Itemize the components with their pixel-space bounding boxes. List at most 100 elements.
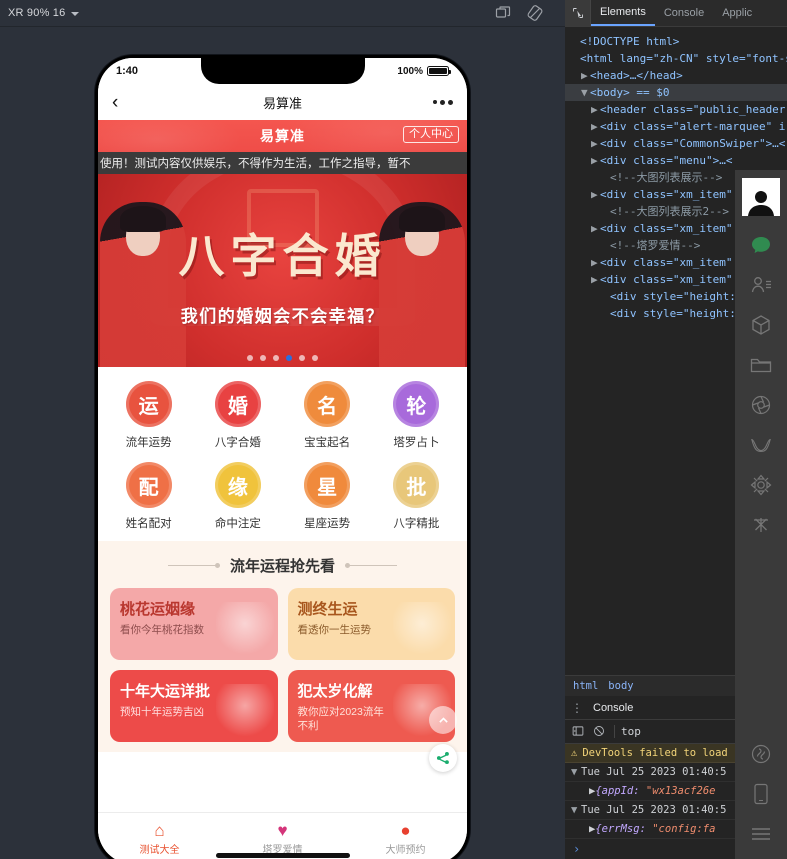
warning-icon: ⚠ [571, 747, 578, 759]
dom-node-line[interactable]: ▼ <body> == $0 [565, 84, 787, 101]
tab-console[interactable]: Console [655, 0, 713, 26]
dom-node-line[interactable]: ▶ <head>…</head> [565, 67, 787, 84]
alert-marquee: 使用！测试内容仅供娱乐，不得作为生活，工作之指导，暂不 [98, 152, 467, 174]
expand-arrow-icon[interactable]: ▼ [571, 766, 581, 778]
expand-arrow-icon[interactable]: ▼ [581, 84, 590, 101]
menu-item-3[interactable]: 名宝宝起名 [283, 381, 372, 450]
console-sidebar-toggle-icon[interactable] [572, 722, 584, 741]
back-button[interactable]: ‹ [112, 93, 142, 112]
scroll-top-button[interactable] [429, 706, 457, 734]
console-drawer-label[interactable]: Console [593, 702, 633, 714]
tab-1[interactable]: ⌂ 测试大全 [98, 813, 221, 859]
expand-arrow-icon[interactable]: ▶ [591, 220, 600, 237]
asterisk-icon[interactable] [750, 514, 772, 536]
user-avatar-icon[interactable] [742, 178, 780, 216]
promo-card-2[interactable]: 测终生运 看透你一生运势 [287, 588, 455, 660]
status-time: 1:40 [116, 65, 139, 77]
section-rule-left [167, 563, 220, 568]
dom-node-text: <header class="public_header [600, 103, 786, 116]
wechat-bubble-icon[interactable] [750, 234, 772, 256]
expand-arrow-icon[interactable]: ▶ [591, 271, 600, 288]
menu-item-4[interactable]: 轮塔罗占卜 [372, 381, 461, 450]
copy-screenshot-icon[interactable] [495, 5, 511, 21]
dom-node-text: <body> == $0 [590, 86, 670, 99]
banner-title: 八字合婚 [178, 231, 387, 282]
expand-arrow-icon[interactable]: ▶ [581, 67, 590, 84]
dom-node-text: <head>…</head> [590, 69, 683, 82]
expand-arrow-icon[interactable]: ▶ [591, 101, 600, 118]
device-icon[interactable] [750, 783, 772, 805]
dom-node-text: <div class="CommonSwiper">…< [600, 137, 786, 150]
promo-card-illustration [215, 602, 274, 660]
aperture-icon[interactable] [750, 394, 772, 416]
ribbon-icon[interactable] [750, 434, 772, 456]
console-detail-key: {errMsg: [595, 823, 646, 835]
expand-arrow-icon[interactable]: ▶ [591, 152, 600, 169]
tab-application[interactable]: Applic [713, 0, 761, 26]
dom-node-line[interactable]: ▶ <div class="menu">…< [565, 152, 787, 169]
menu-item-1[interactable]: 运流年运势 [104, 381, 193, 450]
device-selector[interactable]: XR 90% 16 [8, 7, 80, 19]
banner-dot[interactable] [299, 355, 305, 361]
expand-arrow-icon[interactable]: ▶ [591, 186, 600, 203]
cube-icon[interactable] [750, 314, 772, 336]
menu-item-label: 八字精批 [393, 518, 440, 530]
clear-console-icon[interactable] [593, 722, 605, 741]
banner-swiper[interactable]: 八字合婚 我们的婚姻会不会幸福？ [98, 174, 467, 367]
menu-item-5[interactable]: 配姓名配对 [104, 462, 193, 531]
simulator-toolbar-actions [495, 5, 557, 21]
bazi-detail-icon: 批 [393, 462, 440, 508]
dom-node-line[interactable]: <!DOCTYPE html> [565, 33, 787, 50]
tab-elements[interactable]: Elements [591, 0, 655, 26]
phone-frame: 1:40 100% ‹ 易算准 易算准 个人中心 使用！测试内容仅供娱乐，不得作… [95, 55, 470, 859]
banner-dot-active[interactable] [286, 355, 292, 361]
home-indicator [215, 853, 350, 858]
banner-dot[interactable] [312, 355, 318, 361]
expand-arrow-icon[interactable]: ▼ [571, 804, 581, 816]
dom-node-line[interactable]: <html lang="zh-CN" style="font-s [565, 50, 787, 67]
banner-dot[interactable] [260, 355, 266, 361]
banner-dot[interactable] [247, 355, 253, 361]
promo-card-grid: 桃花运姻缘 看你今年桃花指数 测终生运 看透你一生运势 十年大运详批 预知十年运势吉凶 犯太… [98, 588, 467, 742]
menu-item-6[interactable]: 缘命中注定 [193, 462, 282, 531]
menu-item-label: 八字合婚 [214, 437, 261, 449]
flower-icon[interactable] [750, 474, 772, 496]
mini-program-icon[interactable] [750, 743, 772, 765]
nav-bar: ‹ 易算准 [98, 84, 467, 120]
contacts-icon[interactable] [750, 274, 772, 296]
menu-lines-icon[interactable] [750, 823, 772, 845]
expand-arrow-icon[interactable]: ▶ [591, 254, 600, 271]
dom-node-line[interactable]: ▶ <div class="alert-marquee" i [565, 118, 787, 135]
menu-item-2[interactable]: 婚八字合婚 [193, 381, 282, 450]
breadcrumb-item-html[interactable]: html [573, 680, 598, 692]
menu-item-7[interactable]: 星星座运势 [283, 462, 372, 531]
dom-node-line[interactable]: ▶ <div class="CommonSwiper">…< [565, 135, 787, 152]
share-button[interactable] [429, 744, 457, 772]
banner-dots[interactable] [98, 355, 467, 361]
tab-3[interactable]: ● 大师预约 [344, 813, 467, 859]
menu-item-label: 流年运势 [125, 437, 172, 449]
fortune-year-icon: 运 [125, 381, 172, 427]
console-detail-value: "wx13acf26e [645, 785, 716, 797]
more-dots-icon[interactable] [433, 99, 453, 105]
promo-card-subtitle: 看透你一生运势 [297, 624, 372, 636]
breadcrumb-item-body[interactable]: body [608, 680, 633, 692]
dom-node-line[interactable]: ▶ <header class="public_header [565, 101, 787, 118]
page-header-title: 易算准 [260, 128, 305, 144]
console-context-selector[interactable]: top [614, 725, 641, 738]
banner-dot[interactable] [273, 355, 279, 361]
drawer-menu-icon[interactable]: ⋮ [571, 701, 583, 715]
expand-arrow-icon[interactable]: ▶ [591, 118, 600, 135]
promo-card-1[interactable]: 桃花运姻缘 看你今年桃花指数 [110, 588, 278, 660]
inspect-cursor-icon[interactable] [565, 0, 591, 26]
promo-card-4[interactable]: 犯太岁化解 教你应对2023流年不利 [287, 670, 455, 742]
menu-item-8[interactable]: 批八字精批 [372, 462, 461, 531]
dom-node-text: <div class="xm_item": [600, 273, 740, 286]
promo-card-subtitle: 看你今年桃花指数 [120, 624, 204, 636]
folder-icon[interactable] [750, 354, 772, 376]
section-title: 流年运程抢先看 [98, 555, 467, 576]
promo-card-3[interactable]: 十年大运详批 预知十年运势吉凶 [110, 670, 278, 742]
user-center-button[interactable]: 个人中心 [403, 126, 459, 143]
rotate-device-icon[interactable] [527, 5, 543, 21]
expand-arrow-icon[interactable]: ▶ [591, 135, 600, 152]
